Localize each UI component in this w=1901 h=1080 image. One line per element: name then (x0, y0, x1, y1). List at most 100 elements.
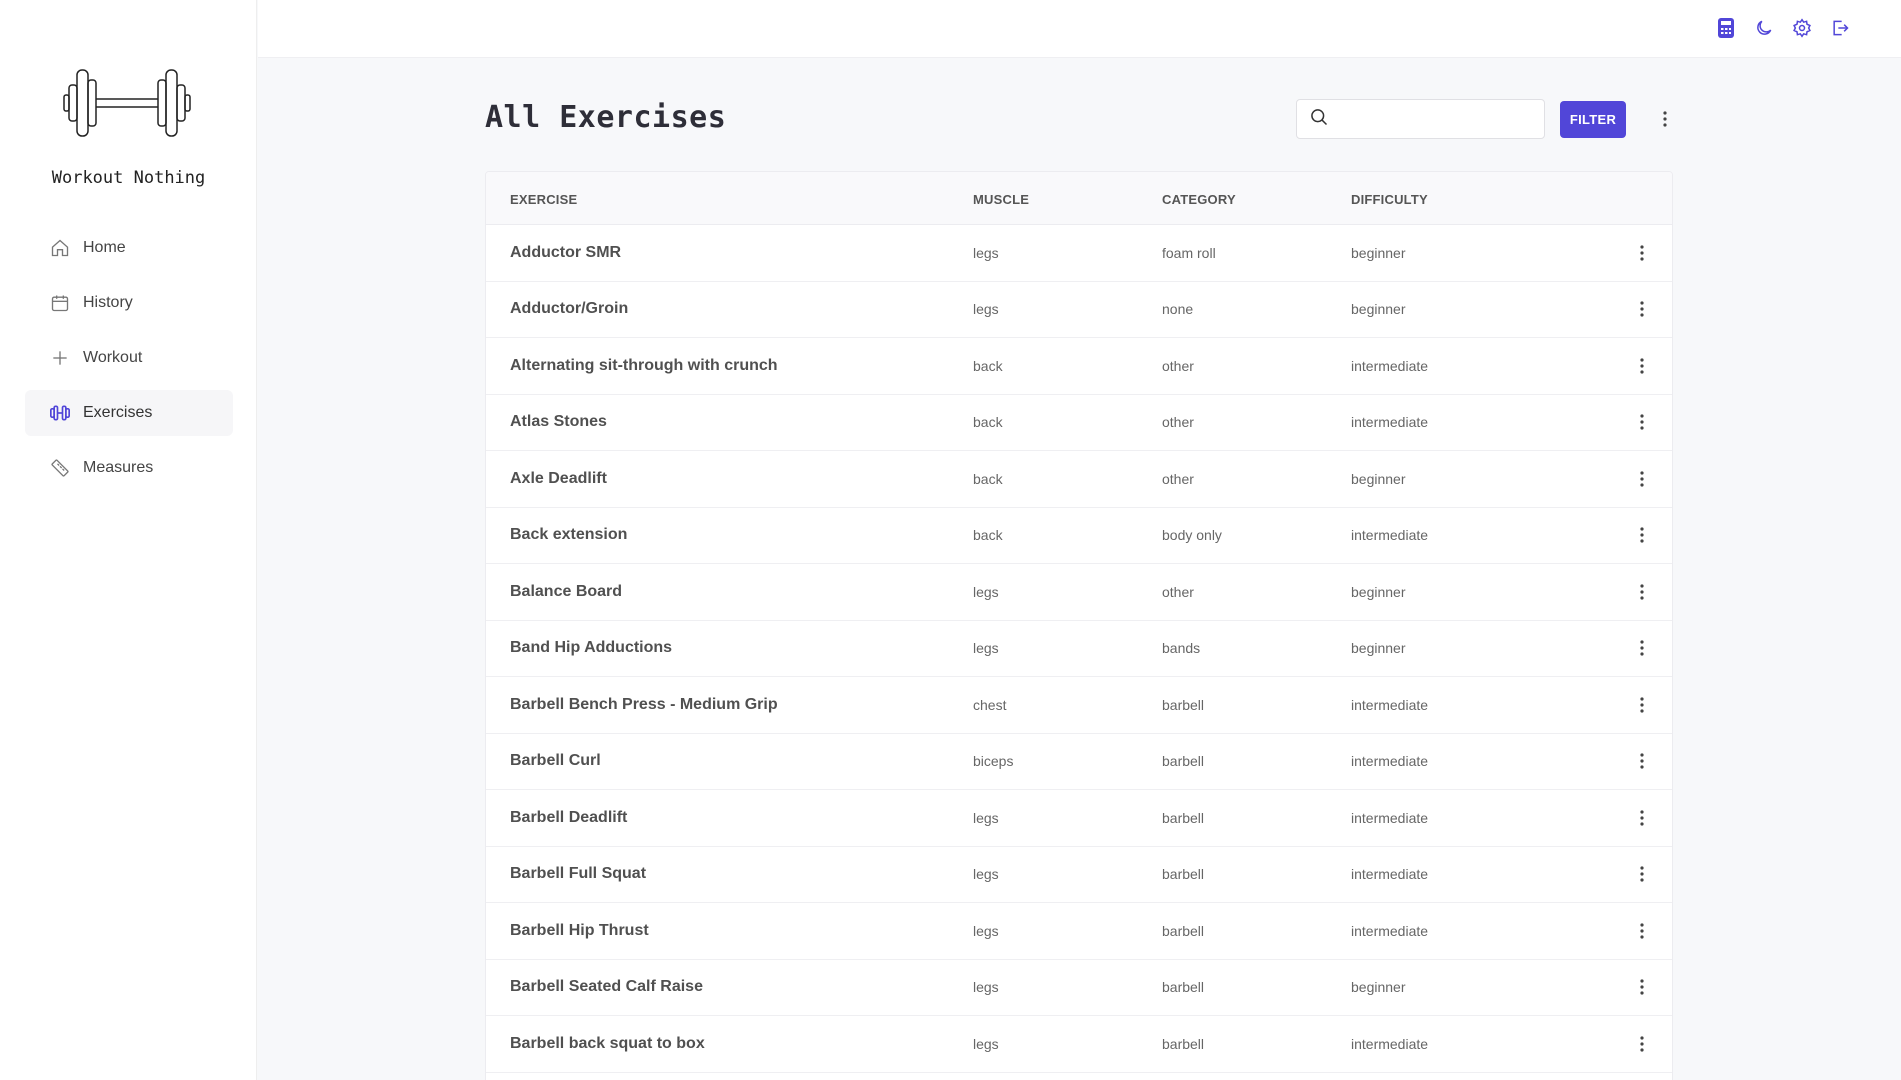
topbar-actions (1715, 17, 1851, 39)
category-cell: other (1162, 583, 1194, 600)
difficulty-cell: intermediate (1351, 414, 1429, 431)
difficulty-cell: beginner (1351, 244, 1406, 261)
row-more-options-icon[interactable] (1634, 241, 1650, 265)
column-header-exercise[interactable]: EXERCISE (510, 192, 577, 207)
sidebar-item-measures[interactable]: Measures (25, 445, 233, 491)
muscle-cell: back (973, 357, 1003, 374)
difficulty-cell: intermediate (1351, 866, 1429, 883)
muscle-cell: back (973, 414, 1003, 431)
table-row[interactable]: Barbell Deadlift legs barbell intermediate (486, 790, 1672, 847)
muscle-cell: legs (973, 866, 999, 883)
exercise-name[interactable]: Barbell Deadlift (510, 809, 627, 827)
exercise-name[interactable]: Barbell Seated Calf Raise (510, 978, 703, 996)
category-cell: body only (1162, 527, 1222, 544)
exercise-name[interactable]: Barbell Bench Press - Medium Grip (510, 696, 778, 714)
tape-measure-icon (49, 457, 71, 479)
row-more-options-icon[interactable] (1634, 806, 1650, 830)
column-header-category[interactable]: CATEGORY (1162, 192, 1236, 207)
table-header: EXERCISE MUSCLE CATEGORY DIFFICULTY (486, 172, 1672, 225)
table-row[interactable]: Balance Board legs other beginner (486, 564, 1672, 621)
table-row[interactable]: Barbell Curl biceps barbell intermediate (486, 734, 1672, 790)
table-row[interactable]: Adductor SMR legs foam roll beginner (486, 225, 1672, 282)
row-more-options-icon[interactable] (1634, 749, 1650, 773)
column-header-muscle[interactable]: MUSCLE (973, 192, 1029, 207)
column-header-difficulty[interactable]: DIFFICULTY (1351, 192, 1428, 207)
difficulty-cell: intermediate (1351, 753, 1429, 770)
table-row[interactable]: Alternating sit-through with crunch back o… (486, 338, 1672, 395)
row-more-options-icon[interactable] (1634, 467, 1650, 491)
category-cell: other (1162, 470, 1194, 487)
category-cell: barbell (1162, 753, 1205, 770)
exercise-name[interactable]: Barbell back squat to box (510, 1035, 705, 1053)
row-more-options-icon[interactable] (1634, 410, 1650, 434)
exercise-name[interactable]: Barbell Hip Thrust (510, 922, 649, 940)
table-row[interactable]: Band Hip Adductions legs bands beginner (486, 621, 1672, 677)
muscle-cell: chest (973, 696, 1007, 713)
search-input[interactable] (1337, 111, 1544, 127)
sidebar-nav: Home History Workout Exercises Measures (25, 225, 233, 500)
sidebar-item-workout[interactable]: Workout (25, 335, 233, 381)
difficulty-cell: intermediate (1351, 696, 1429, 713)
exercise-name[interactable]: Atlas Stones (510, 413, 607, 431)
exercise-name[interactable]: Adductor SMR (510, 244, 621, 262)
row-more-options-icon[interactable] (1634, 919, 1650, 943)
filter-button[interactable]: FILTER (1560, 101, 1626, 138)
category-cell: other (1162, 414, 1194, 431)
table-row[interactable]: Barbell Bench Press - Medium Grip chest ba… (486, 677, 1672, 734)
muscle-cell: legs (973, 583, 999, 600)
table-row[interactable]: Back extension back body only intermediate (486, 508, 1672, 564)
sidebar-item-history[interactable]: History (25, 280, 233, 326)
exercise-name[interactable]: Barbell Full Squat (510, 865, 646, 883)
category-cell: none (1162, 301, 1194, 318)
exercise-name[interactable]: Back extension (510, 526, 627, 544)
row-more-options-icon[interactable] (1634, 580, 1650, 604)
table-row[interactable]: Barbell Hip Thrust legs barbell intermediat… (486, 903, 1672, 960)
exercise-name[interactable]: Barbell Curl (510, 752, 601, 770)
category-cell: barbell (1162, 1035, 1205, 1052)
sidebar-item-label: Measures (83, 459, 154, 476)
exercise-name[interactable]: Balance Board (510, 583, 622, 601)
exercise-name[interactable]: Axle Deadlift (510, 470, 607, 488)
table-row[interactable]: Adductor/Groin legs none beginner (486, 282, 1672, 338)
exercise-name[interactable]: Band Hip Adductions (510, 639, 672, 657)
muscle-cell: back (973, 527, 1003, 544)
category-cell: foam roll (1162, 244, 1216, 261)
category-cell: barbell (1162, 922, 1205, 939)
row-more-options-icon[interactable] (1634, 693, 1650, 717)
table-row[interactable]: Barbell Seated Calf Raise legs barbell begi… (486, 960, 1672, 1016)
table-row[interactable]: Barbell back squat to box legs barbell inte… (486, 1016, 1672, 1073)
category-cell: barbell (1162, 979, 1205, 996)
exercise-name[interactable]: Adductor/Groin (510, 300, 628, 318)
more-options-icon[interactable] (1655, 104, 1675, 134)
logout-icon[interactable] (1829, 17, 1851, 39)
app-name: Workout Nothing (51, 168, 206, 188)
difficulty-cell: intermediate (1351, 357, 1429, 374)
dumbbell-icon (49, 402, 71, 424)
muscle-cell: legs (973, 301, 999, 318)
exercises-table: EXERCISE MUSCLE CATEGORY DIFFICULTY Addu… (485, 171, 1673, 1080)
row-more-options-icon[interactable] (1634, 297, 1650, 321)
moon-icon[interactable] (1753, 17, 1775, 39)
table-row[interactable]: Axle Deadlift back other beginner (486, 451, 1672, 508)
row-more-options-icon[interactable] (1634, 354, 1650, 378)
sidebar-item-label: Workout (83, 349, 143, 366)
difficulty-cell: intermediate (1351, 809, 1429, 826)
row-more-options-icon[interactable] (1634, 1032, 1650, 1056)
page-title: All Exercises (485, 100, 727, 135)
sidebar-item-label: Home (83, 239, 126, 256)
row-more-options-icon[interactable] (1634, 862, 1650, 886)
row-more-options-icon[interactable] (1634, 975, 1650, 999)
muscle-cell: legs (973, 979, 999, 996)
sidebar-item-exercises[interactable]: Exercises (25, 390, 233, 436)
sidebar-item-home[interactable]: Home (25, 225, 233, 271)
search-box (1296, 99, 1545, 139)
plus-icon (49, 347, 71, 369)
gear-icon[interactable] (1791, 17, 1813, 39)
row-more-options-icon[interactable] (1634, 523, 1650, 547)
table-row[interactable]: Barbell Full Squat legs barbell intermediat… (486, 847, 1672, 903)
row-more-options-icon[interactable] (1634, 636, 1650, 660)
table-row[interactable]: Atlas Stones back other intermediate (486, 395, 1672, 451)
sidebar-item-label: History (83, 294, 133, 311)
exercise-name[interactable]: Alternating sit-through with crunch (510, 357, 778, 375)
calculator-icon[interactable] (1715, 17, 1737, 39)
